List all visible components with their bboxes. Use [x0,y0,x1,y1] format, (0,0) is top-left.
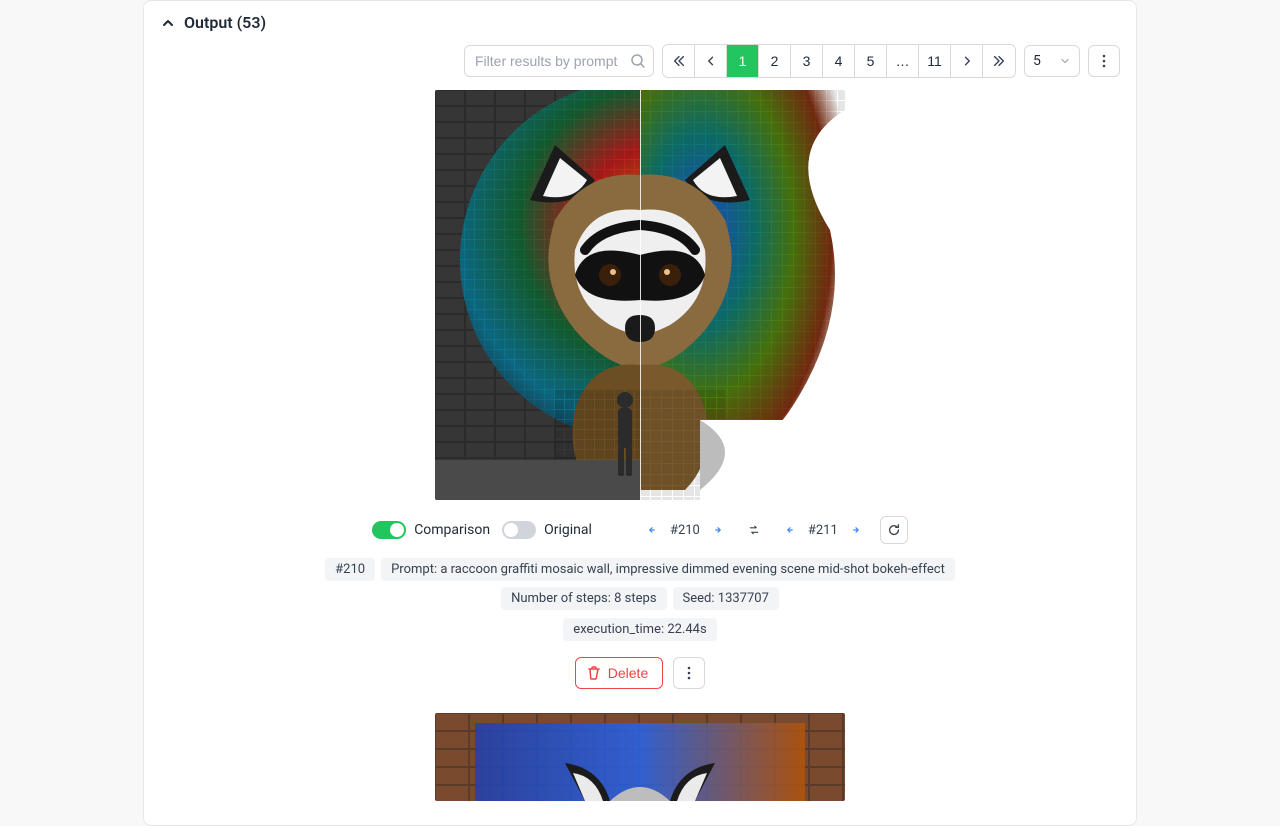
output-toolbar: 12345…11 5 [144,32,1136,90]
left-id-prev[interactable] [640,518,664,542]
page-1[interactable]: 1 [727,45,759,77]
delete-label: Delete [608,665,648,681]
page-next[interactable] [951,45,983,77]
left-id: #210 [670,523,700,538]
image-left [435,90,640,500]
page-first[interactable] [663,45,695,77]
left-id-nav: #210 [640,518,730,542]
meta-id-chip: #210 [325,558,375,581]
page-ellipsis: … [887,45,919,77]
results-list: Comparison Original #210 [144,90,1136,801]
output-header[interactable]: Output (53) [144,13,1136,32]
result-item: Comparison Original #210 [160,90,1120,801]
image-right [640,90,845,500]
page-size-select[interactable]: 5 [1024,45,1080,77]
swap-button[interactable] [742,518,766,542]
output-panel: Output (53) 12345…11 5 [143,0,1137,826]
viewer-controls: Comparison Original #210 [372,516,908,544]
result-more-button[interactable] [673,657,705,689]
output-title: Output (53) [184,13,266,32]
refresh-button[interactable] [880,516,908,544]
filter-wrap [464,45,654,77]
right-id: #211 [808,523,838,538]
trash-icon [586,665,602,681]
left-id-next[interactable] [706,518,730,542]
page-prev[interactable] [695,45,727,77]
comparison-toggle[interactable] [372,521,406,539]
page-4[interactable]: 4 [823,45,855,77]
original-toggle[interactable] [502,521,536,539]
page-size-value: 5 [1033,53,1041,69]
meta-steps-chip: Number of steps: 8 steps [501,587,666,610]
comparison-toggle-label: Comparison [414,522,490,538]
comparison-viewer[interactable] [435,90,845,500]
more-menu-button[interactable] [1088,45,1120,77]
right-id-prev[interactable] [778,518,802,542]
filter-input[interactable] [464,45,654,77]
search-icon [630,53,646,69]
page-last[interactable] [983,45,1015,77]
page-5[interactable]: 5 [855,45,887,77]
result-meta-2: execution_time: 22.44s [563,618,716,641]
delete-button[interactable]: Delete [575,657,663,689]
next-result-preview[interactable] [435,713,845,801]
original-toggle-label: Original [544,522,592,538]
result-actions: Delete [575,657,705,689]
page-2[interactable]: 2 [759,45,791,77]
meta-prompt-chip: Prompt: a raccoon graffiti mosaic wall, … [381,558,955,581]
meta-seed-chip: Seed: 1337707 [673,587,779,610]
right-id-nav: #211 [778,518,868,542]
pagination: 12345…11 [662,44,1016,78]
chevron-down-icon [1059,55,1071,67]
comparison-divider[interactable] [640,90,641,500]
meta-exec-chip: execution_time: 22.44s [563,618,716,641]
collapse-icon [160,15,176,31]
page-11[interactable]: 11 [919,45,951,77]
right-id-next[interactable] [844,518,868,542]
page-3[interactable]: 3 [791,45,823,77]
result-meta: #210 Prompt: a raccoon graffiti mosaic w… [270,558,1010,610]
